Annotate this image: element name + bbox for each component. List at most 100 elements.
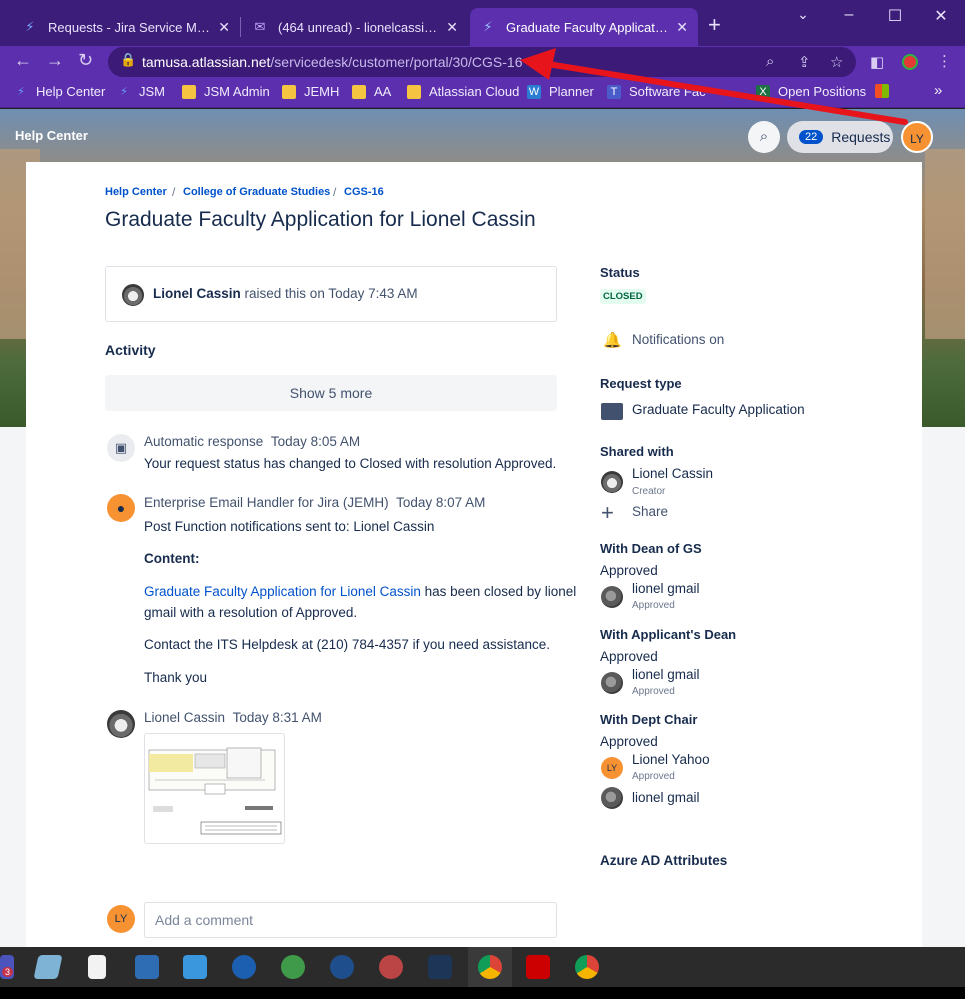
screen-bottom [0, 987, 965, 999]
approver-status: Approved [632, 771, 675, 782]
show-more-button[interactable]: Show 5 more [105, 375, 557, 411]
approval-state: Approved [600, 734, 658, 749]
chrome-taskbar-icon[interactable] [575, 955, 599, 979]
bookmarks-bar: ⚡ Help Center ⚡ JSM JSM Admin JEMH AA Atla… [0, 78, 965, 108]
bookmark-label: Software Fac [629, 84, 706, 99]
tab-title: Graduate Faculty Application fo [506, 19, 669, 35]
zoom-icon[interactable]: ⌕ [766, 53, 774, 70]
jira-icon: ⚡ [25, 19, 35, 34]
search-icon[interactable]: ⌕ [748, 121, 780, 153]
globe-taskbar-icon[interactable] [281, 955, 305, 979]
tab-graduate-faculty[interactable]: ⚡ Graduate Faculty Application fo ✕ [470, 8, 698, 46]
tab-title: Requests - Jira Service Manage [48, 19, 211, 35]
avatar [601, 787, 623, 809]
share-button[interactable]: Share [632, 504, 668, 519]
network-taskbar-icon[interactable] [135, 955, 159, 979]
address-bar[interactable]: 🔒 tamusa.atlassian.net/servicedesk/custo… [108, 47, 856, 77]
bookmark-label: Atlassian Cloud [429, 84, 520, 99]
notification-bell-icon[interactable]: 🔔 [603, 331, 622, 349]
approval-dept-chair-label: With Dept Chair [600, 712, 698, 727]
content-label: Content: [144, 551, 200, 566]
menu-icon[interactable]: ⋮ [937, 52, 952, 70]
file-taskbar-icon[interactable] [88, 955, 106, 979]
windows-taskbar: 3 [0, 947, 965, 987]
excel-icon: X [756, 84, 770, 99]
approver-status: Approved [632, 600, 675, 611]
maximize-icon[interactable]: ☐ [872, 6, 918, 26]
comment-input[interactable]: Add a comment [144, 902, 557, 938]
bookmark-label: JEMH [304, 84, 340, 99]
chat-taskbar-icon[interactable] [330, 955, 354, 979]
bookmark-software-fac[interactable]: T Software Fac [607, 84, 706, 99]
profile-icon[interactable] [902, 54, 918, 70]
add-icon[interactable]: + [601, 500, 614, 526]
requests-button[interactable]: 22 Requests [787, 121, 893, 153]
close-tab-icon[interactable]: ✕ [218, 19, 230, 36]
avatar: LY [601, 757, 623, 779]
azure-ad-attributes[interactable]: Azure AD Attributes [600, 853, 727, 868]
page-title: Graduate Faculty Application for Lionel … [105, 208, 536, 231]
notes-taskbar-icon[interactable] [33, 955, 63, 979]
acrobat-taskbar-icon[interactable] [526, 955, 550, 979]
lock-icon: 🔒 [120, 52, 137, 67]
browser-tab-strip: ⚡ Requests - Jira Service Manage ✕ ✉ (46… [0, 0, 965, 46]
shared-user-role: Creator [632, 486, 666, 497]
activity-message-line: gmail with a resolution of Approved. [144, 605, 358, 620]
activity-body: Post Function notifications sent to: Lio… [144, 519, 435, 534]
back-icon[interactable]: ← [14, 50, 32, 71]
bookmark-atlassian-cloud[interactable]: Atlassian Cloud [407, 84, 519, 99]
forward-icon[interactable]: → [46, 50, 64, 71]
bookmark-jsm[interactable]: ⚡ JSM [117, 84, 165, 99]
minimize-icon[interactable]: – [826, 6, 872, 24]
bookmark-planner[interactable]: W Planner [527, 84, 594, 99]
close-window-icon[interactable]: ✕ [918, 6, 964, 26]
bookmark-open-positions[interactable]: X Open Positions [756, 84, 866, 99]
breadcrumb-issue-key[interactable]: CGS-16 [344, 186, 384, 198]
activity-author: Lionel Cassin Today 8:31 AM [144, 710, 322, 725]
floor-plan-image [148, 747, 282, 835]
avatar [601, 586, 623, 608]
bookmark-label: JSM Admin [204, 84, 270, 99]
tab-search-icon[interactable]: ⌄ [780, 6, 826, 23]
url-text: tamusa.atlassian.net/servicedesk/custome… [142, 54, 523, 70]
breadcrumb-college[interactable]: College of Graduate Studies [183, 186, 330, 198]
attachment-thumbnail[interactable] [144, 733, 285, 844]
close-tab-icon[interactable]: ✕ [676, 19, 688, 36]
bookmark-aa[interactable]: AA [352, 84, 391, 99]
breadcrumb-separator: / [172, 185, 176, 199]
bookmark-help-center[interactable]: ⚡ Help Center [14, 84, 105, 99]
breadcrumb-help-center[interactable]: Help Center [105, 186, 167, 198]
bookmark-jsm-admin[interactable]: JSM Admin [182, 84, 270, 99]
side-panel-icon[interactable]: ◧ [870, 53, 884, 71]
bookmark-star-icon[interactable]: ☆ [830, 53, 843, 71]
jira-icon: ⚡ [17, 85, 25, 98]
robot-icon: ▣ [107, 434, 135, 462]
approval-state: Approved [600, 563, 658, 578]
activity-heading: Activity [105, 342, 156, 358]
media-taskbar-icon[interactable] [183, 955, 207, 979]
tab-yahoo-mail[interactable]: ✉ (464 unread) - lionelcassin@ya ✕ [242, 8, 468, 46]
tab-jira-requests[interactable]: ⚡ Requests - Jira Service Manage ✕ [12, 8, 240, 46]
share-page-icon[interactable]: ⇪ [798, 53, 811, 71]
new-tab-button[interactable]: + [708, 12, 721, 38]
chrome-taskbar-icon[interactable] [478, 955, 502, 979]
bookmark-label: Open Positions [778, 84, 867, 99]
app-taskbar-icon[interactable] [232, 955, 256, 979]
requests-count-badge: 22 [799, 130, 824, 144]
request-link[interactable]: Graduate Faculty Application for Lionel … [144, 584, 421, 599]
raised-by-text: Lionel Cassin raised this on Today 7:43 … [153, 286, 418, 301]
reload-icon[interactable]: ↻ [78, 50, 93, 71]
vpn-taskbar-icon[interactable] [428, 955, 452, 979]
folder-icon [182, 84, 196, 99]
bookmarks-overflow-icon[interactable]: » [934, 82, 942, 99]
activity-message-line: Graduate Faculty Application for Lionel … [144, 584, 577, 599]
close-tab-icon[interactable]: ✕ [446, 19, 458, 36]
tool-taskbar-icon[interactable] [379, 955, 403, 979]
help-center-link[interactable]: Help Center [15, 128, 88, 143]
status-badge: CLOSED [600, 289, 646, 304]
user-avatar[interactable]: LY [901, 121, 933, 153]
bookmark-jemh[interactable]: JEMH [282, 84, 339, 99]
approver-name: lionel gmail [632, 581, 700, 596]
bookmark-apps[interactable] [875, 84, 897, 98]
notifications-toggle[interactable]: Notifications on [632, 332, 724, 347]
